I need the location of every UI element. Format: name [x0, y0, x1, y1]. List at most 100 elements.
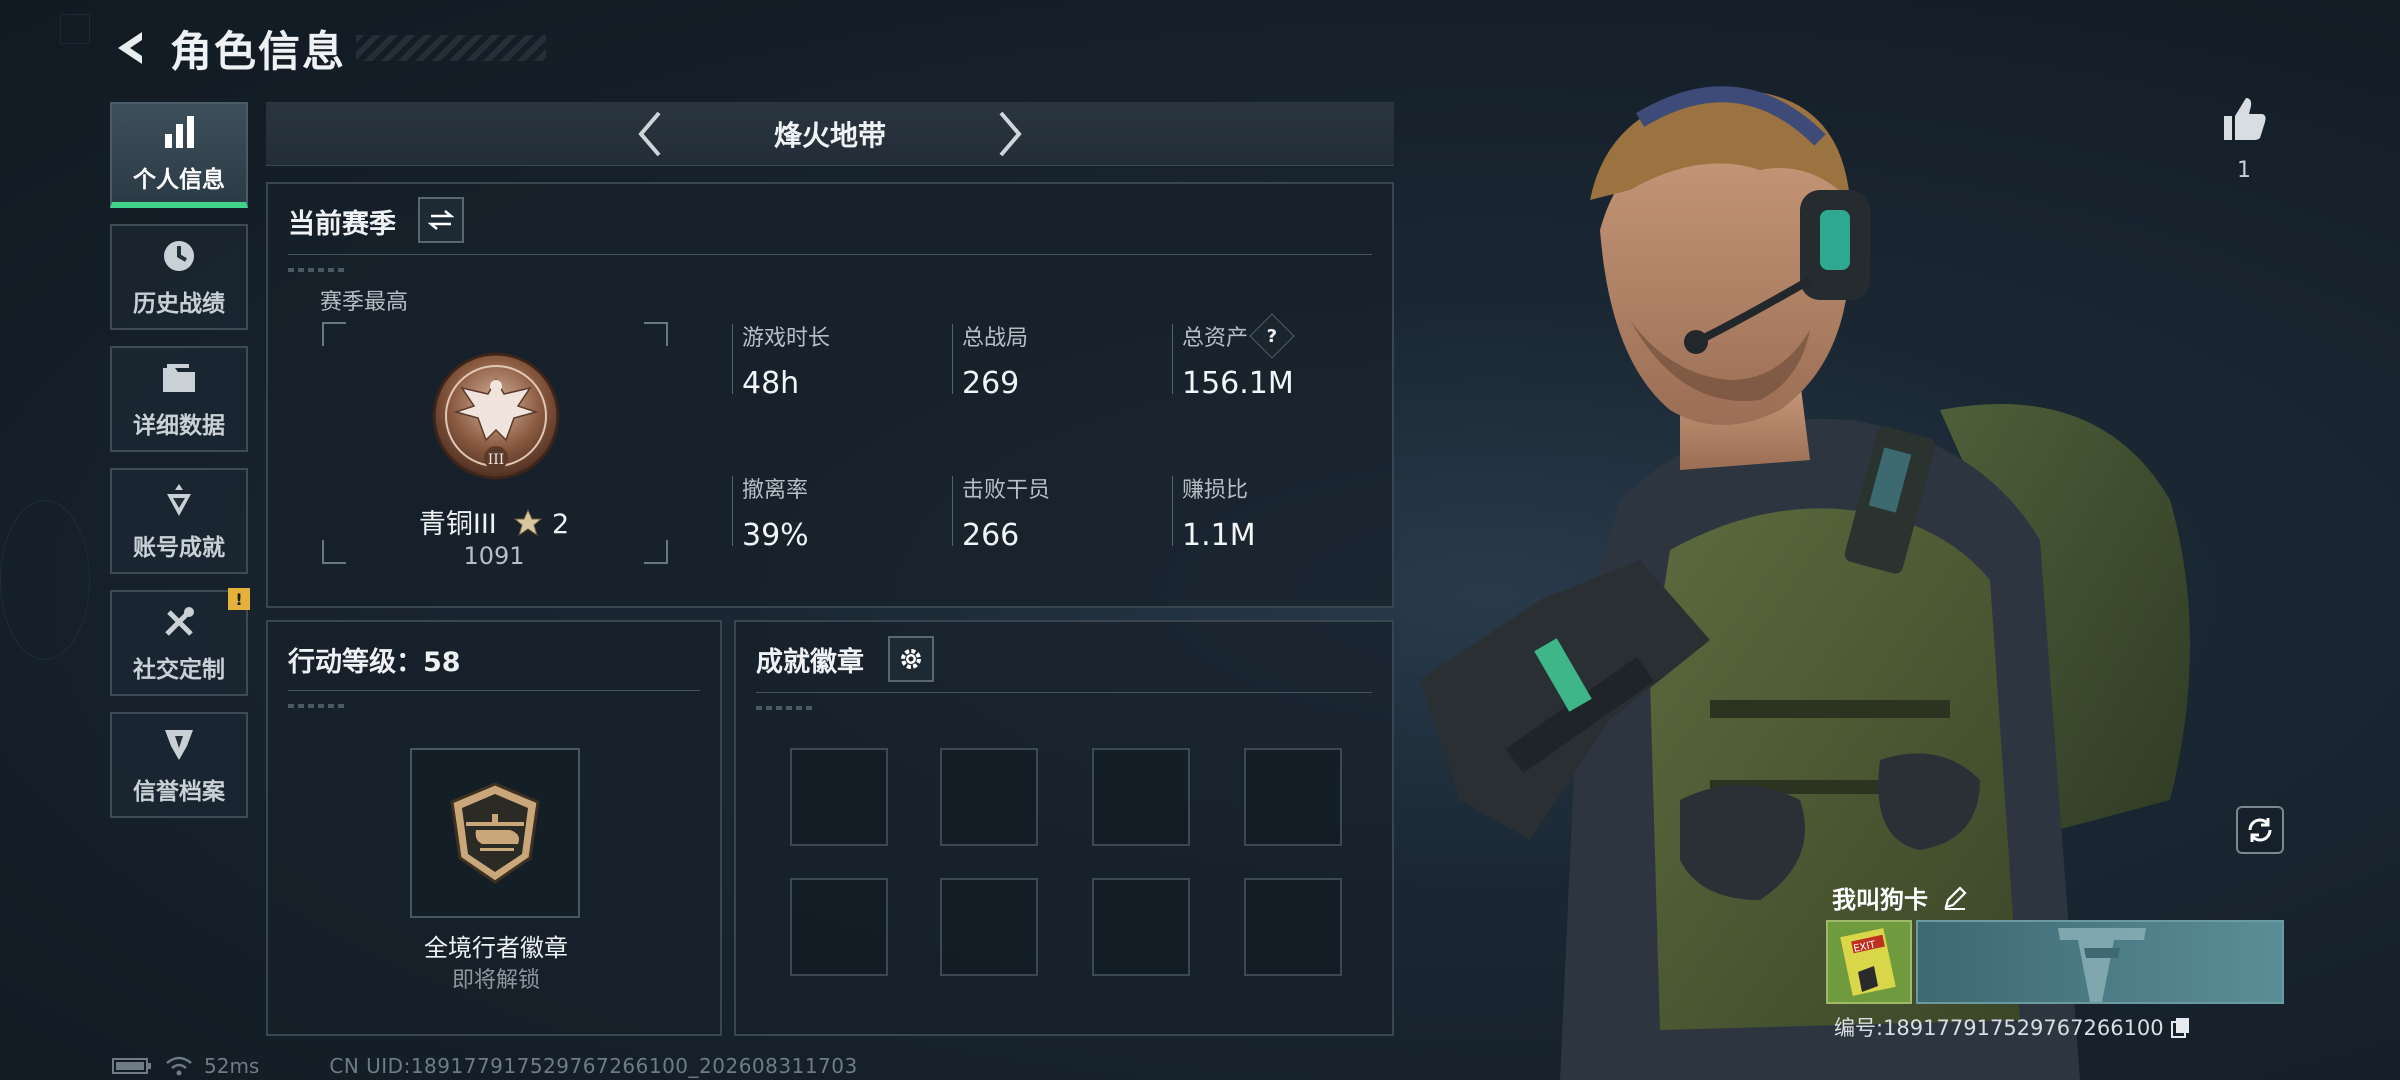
- stat-total-assets: 总资产 ? 156.1M: [1172, 313, 1382, 401]
- season-switch-button[interactable]: [418, 197, 464, 243]
- bar-chart-icon: [165, 116, 194, 148]
- achievements-settings-button[interactable]: [888, 636, 934, 682]
- action-level-title: 行动等级：58: [288, 647, 461, 678]
- sidebar: 个人信息 历史战绩 详细数据 账号成就 社交定制 ! 信誉档案: [110, 102, 250, 834]
- gear-icon: [901, 649, 921, 669]
- refresh-button[interactable]: [2236, 806, 2284, 854]
- stat-divider: [952, 476, 953, 546]
- achievement-slot[interactable]: [1244, 748, 1342, 846]
- battery-icon: [112, 1058, 151, 1074]
- level-badge-status: 即将解锁: [451, 968, 540, 993]
- thumbs-up-icon[interactable]: [2218, 92, 2270, 144]
- player-avatar[interactable]: EXIT: [1826, 920, 1912, 1004]
- rank-name: 青铜III: [418, 509, 497, 540]
- achievement-slot[interactable]: [1092, 748, 1190, 846]
- stat-playtime: 游戏时长 48h: [732, 320, 942, 401]
- achievements-panel: 成就徽章: [734, 620, 1394, 1036]
- player-card-name-row: 我叫狗卡: [1832, 880, 1968, 915]
- season-title: 当前赛季: [288, 209, 396, 240]
- stat-divider: [732, 324, 733, 394]
- achievement-slot[interactable]: [790, 748, 888, 846]
- stat-extraction-rate: 撤离率 39%: [732, 472, 942, 553]
- avatar-image: EXIT: [1828, 922, 1910, 1002]
- sidebar-item-achievements[interactable]: 账号成就: [110, 468, 248, 574]
- assets-help-button[interactable]: ?: [1249, 313, 1295, 359]
- frame-corner: [644, 322, 668, 346]
- stat-divider: [1172, 476, 1173, 546]
- wifi-icon: [166, 1056, 192, 1076]
- stat-label: 赚损比: [1182, 478, 1249, 503]
- faction-logo-icon: [2058, 928, 2146, 1002]
- stat-value: 39%: [742, 518, 809, 553]
- title-decoration: [356, 35, 547, 61]
- sidebar-item-label: 社交定制: [133, 657, 225, 683]
- player-name: 我叫狗卡: [1832, 886, 1928, 914]
- achievement-slot[interactable]: [1244, 878, 1342, 976]
- background-frame-line: [0, 500, 90, 660]
- sidebar-item-personal-info[interactable]: 个人信息: [110, 102, 248, 208]
- clock-icon: [164, 241, 194, 271]
- divider-ticks: [756, 706, 816, 710]
- rank-line: 青铜III 2: [322, 502, 666, 541]
- star-icon: [513, 508, 543, 537]
- sidebar-item-label: 历史战绩: [133, 291, 225, 317]
- stat-value: 269: [962, 366, 1020, 401]
- player-banner[interactable]: [1916, 920, 2284, 1004]
- edit-pencil-icon[interactable]: [1942, 885, 1968, 911]
- sidebar-item-label: 详细数据: [133, 413, 225, 439]
- sidebar-item-label: 账号成就: [133, 535, 225, 561]
- stat-label: 击败干员: [962, 478, 1051, 503]
- level-badge-name: 全境行者徽章: [424, 934, 568, 962]
- achievement-slot[interactable]: [940, 748, 1038, 846]
- back-button[interactable]: [108, 24, 156, 72]
- stat-value: 156.1M: [1182, 366, 1294, 401]
- season-panel: 当前赛季 赛季最高 III 青铜III 2 1091 游戏时长 48h 总战局 …: [266, 182, 1394, 608]
- help-icon: ?: [1266, 325, 1278, 347]
- stat-value: 48h: [742, 366, 800, 401]
- mode-name: 烽火地带: [773, 118, 886, 152]
- rank-emblem-icon: III: [432, 352, 560, 480]
- divider-ticks: [288, 704, 348, 708]
- achievement-slot[interactable]: [1092, 878, 1190, 976]
- sidebar-item-label: 信誉档案: [133, 779, 225, 805]
- level-badge-frame[interactable]: [410, 748, 580, 918]
- stat-label: 游戏时长: [742, 326, 831, 351]
- stat-value: 1.1M: [1182, 518, 1256, 553]
- sidebar-item-social-custom[interactable]: 社交定制 !: [110, 588, 250, 696]
- background-frame-line: [60, 14, 90, 44]
- divider: [756, 692, 1372, 693]
- achievements-title: 成就徽章: [756, 647, 864, 678]
- tools-icon: [165, 607, 194, 636]
- divider-ticks: [288, 268, 348, 272]
- mode-prev-button[interactable]: [620, 104, 680, 164]
- season-best-label: 赛季最高: [320, 290, 409, 315]
- divider: [288, 690, 700, 691]
- status-bar: 52ms CN UID:18917791752976726610​0_20260…: [112, 1054, 858, 1078]
- frame-corner: [322, 322, 346, 346]
- achievement-slot[interactable]: [940, 878, 1038, 976]
- header: 角色信息: [108, 18, 547, 78]
- stat-label-row: 总资产 ?: [1182, 313, 1382, 359]
- player-id-row: 编号:1891779175297672661​00: [1834, 1012, 2192, 1042]
- like-count: 1: [2237, 158, 2251, 183]
- stat-value: 266: [962, 518, 1020, 553]
- rank-numeral: III: [488, 452, 505, 468]
- sidebar-item-reputation[interactable]: 信誉档案: [110, 712, 248, 818]
- chevron-right-icon: [999, 111, 1022, 156]
- divider: [288, 254, 1372, 255]
- rank-points: 1091: [463, 542, 525, 570]
- copy-icon[interactable]: [2170, 1016, 2192, 1038]
- mode-selector: 烽火地带: [266, 102, 1394, 166]
- ping-text: 52ms: [204, 1054, 260, 1078]
- swap-icon: [427, 210, 455, 230]
- mode-next-button[interactable]: [980, 104, 1040, 164]
- sidebar-item-history[interactable]: 历史战绩: [110, 224, 248, 330]
- achievement-slot[interactable]: [790, 878, 888, 976]
- sidebar-item-detailed-data[interactable]: 详细数据: [110, 346, 248, 452]
- stat-total-matches: 总战局 269: [952, 320, 1162, 401]
- stat-divider: [952, 324, 953, 394]
- stat-operators-defeated: 击败干员 266: [952, 472, 1162, 553]
- chevron-left-icon: [638, 111, 661, 156]
- shield-emblem-icon: [165, 730, 193, 760]
- stat-label: 撤离率: [742, 478, 809, 503]
